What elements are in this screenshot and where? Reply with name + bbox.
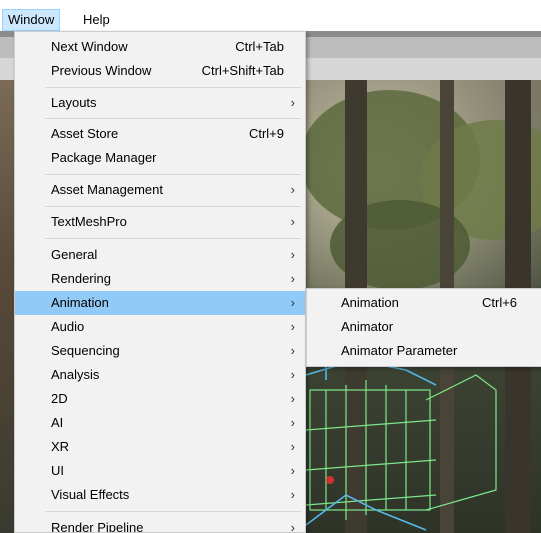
menu-window[interactable]: Window (2, 9, 61, 31)
menu-item-label: UI (51, 463, 64, 478)
menu-item-2d[interactable]: 2D › (15, 387, 305, 411)
menu-item-label: Visual Effects (51, 487, 130, 502)
chevron-right-icon: › (290, 391, 295, 406)
scene-left-edge (0, 80, 15, 533)
menu-item-label: Animator (341, 319, 394, 334)
menu-item-sequencing[interactable]: Sequencing › (15, 339, 305, 363)
chevron-right-icon: › (290, 182, 295, 197)
menu-item-package-manager[interactable]: Package Manager (15, 146, 305, 170)
menu-item-label: Render Pipeline (51, 520, 144, 533)
chevron-right-icon: › (290, 295, 295, 310)
chevron-right-icon: › (290, 247, 295, 262)
menu-item-label: Layouts (51, 95, 97, 110)
menu-item-label: Animation (51, 295, 109, 310)
menu-help[interactable]: Help (78, 10, 115, 30)
menu-separator (45, 174, 301, 175)
menu-separator (45, 511, 301, 512)
animation-submenu: Animation Ctrl+6 Animator Animator Param… (306, 288, 541, 367)
menu-item-previous-window[interactable]: Previous Window Ctrl+Shift+Tab (15, 59, 305, 83)
chevron-right-icon: › (290, 319, 295, 334)
menu-item-render-pipeline[interactable]: Render Pipeline › (15, 516, 305, 533)
shortcut-label: Ctrl+6 (482, 295, 518, 310)
menu-item-analysis[interactable]: Analysis › (15, 363, 305, 387)
chevron-right-icon: › (290, 520, 295, 533)
menu-item-xr[interactable]: XR › (15, 435, 305, 459)
menu-item-label: 2D (51, 391, 68, 406)
menu-item-label: Next Window (51, 39, 128, 54)
shortcut-label: Ctrl+9 (248, 126, 284, 141)
menu-separator (45, 87, 301, 88)
menu-separator (45, 238, 301, 239)
menu-item-rendering[interactable]: Rendering › (15, 267, 305, 291)
menu-item-label: TextMeshPro (51, 214, 127, 229)
chevron-right-icon: › (290, 95, 295, 110)
menu-item-asset-management[interactable]: Asset Management › (15, 178, 305, 202)
menu-item-general[interactable]: General › (15, 243, 305, 267)
menu-item-label: AI (51, 415, 64, 430)
menu-separator (45, 206, 301, 207)
menu-item-label: Asset Management (51, 182, 164, 197)
submenu-item-animation[interactable]: Animation Ctrl+6 (307, 291, 541, 315)
menu-item-label: Animation (341, 295, 399, 310)
menu-item-label: Animator Parameter (341, 343, 458, 358)
chevron-right-icon: › (290, 214, 295, 229)
window-menu: Next Window Ctrl+Tab Previous Window Ctr… (14, 31, 306, 533)
chevron-right-icon: › (290, 487, 295, 502)
menu-item-label: Audio (51, 319, 85, 334)
menu-item-asset-store[interactable]: Asset Store Ctrl+9 (15, 122, 305, 146)
shortcut-label: Ctrl+Tab (235, 39, 284, 54)
menu-separator (45, 118, 301, 119)
menu-item-label: Analysis (51, 367, 100, 382)
submenu-item-animator[interactable]: Animator (307, 315, 541, 339)
menu-item-ai[interactable]: AI › (15, 411, 305, 435)
chevron-right-icon: › (290, 367, 295, 382)
menu-item-label: Previous Window (51, 63, 152, 78)
menu-item-next-window[interactable]: Next Window Ctrl+Tab (15, 35, 305, 59)
menu-item-label: Asset Store (51, 126, 119, 141)
menu-item-animation[interactable]: Animation › (15, 291, 305, 315)
chevron-right-icon: › (290, 271, 295, 286)
chevron-right-icon: › (290, 439, 295, 454)
chevron-right-icon: › (290, 415, 295, 430)
menu-item-label: Rendering (51, 271, 111, 286)
menu-item-visual-effects[interactable]: Visual Effects › (15, 483, 305, 507)
shortcut-label: Ctrl+Shift+Tab (201, 63, 284, 78)
menu-item-ui[interactable]: UI › (15, 459, 305, 483)
menu-item-audio[interactable]: Audio › (15, 315, 305, 339)
menu-item-layouts[interactable]: Layouts › (15, 91, 305, 115)
submenu-item-animator-parameter[interactable]: Animator Parameter (307, 339, 541, 363)
menu-item-label: Sequencing (51, 343, 120, 358)
menu-item-label: Package Manager (51, 150, 157, 165)
menu-bar: Window Help (0, 0, 541, 32)
menu-item-label: General (51, 247, 98, 262)
chevron-right-icon: › (290, 463, 295, 478)
menu-item-textmeshpro[interactable]: TextMeshPro › (15, 210, 305, 234)
menu-item-label: XR (51, 439, 70, 454)
chevron-right-icon: › (290, 343, 295, 358)
